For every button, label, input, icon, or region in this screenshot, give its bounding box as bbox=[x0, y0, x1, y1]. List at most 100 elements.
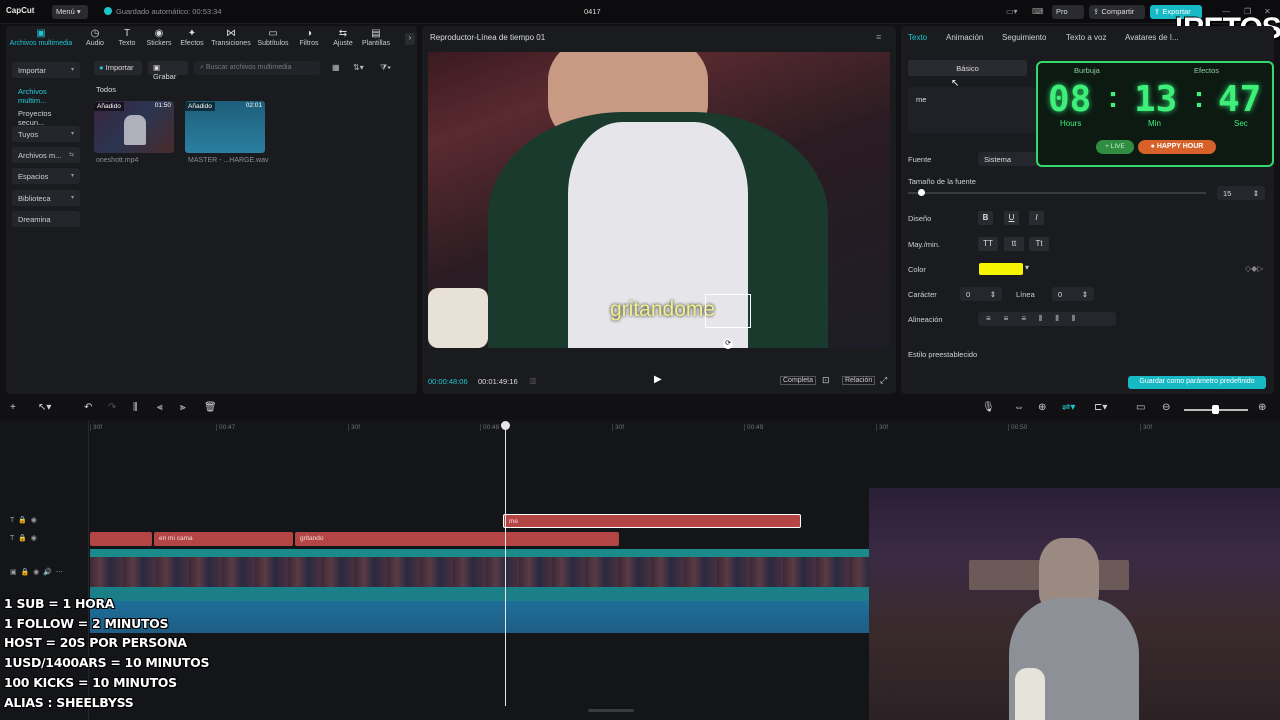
tab-text[interactable]: Texto bbox=[908, 33, 927, 42]
zoom-out-icon[interactable]: ⊖ bbox=[1162, 402, 1170, 413]
delete-icon[interactable]: 🗑 bbox=[204, 402, 217, 413]
font-label: Fuente bbox=[908, 155, 932, 164]
tool-media[interactable]: ▣ Archivos multimedia bbox=[8, 28, 74, 47]
snap-icon[interactable]: ⇌▾ bbox=[1062, 402, 1075, 413]
tool-subtitles[interactable]: ▭ Subtítulos bbox=[255, 28, 291, 47]
underline-icon[interactable]: U bbox=[1004, 211, 1019, 225]
font-size-slider-track[interactable] bbox=[908, 192, 1206, 194]
tool-effects[interactable]: ✦ Efectos bbox=[176, 28, 208, 47]
sidebar-item-yours[interactable]: Tuyos ▾ bbox=[12, 126, 80, 142]
menu-button[interactable]: Menú ▾ bbox=[52, 5, 88, 19]
lowercase-button[interactable]: tt bbox=[1004, 237, 1024, 251]
zoom-slider-handle[interactable] bbox=[1212, 405, 1219, 414]
line-spacing-input[interactable]: 0 ⇕ bbox=[1052, 287, 1094, 301]
video-audio-waveform[interactable] bbox=[90, 587, 869, 601]
fullscreen-icon[interactable]: ⤢ bbox=[880, 375, 887, 386]
sidebar-item-spaces[interactable]: Espacios ▾ bbox=[12, 168, 80, 184]
add-track-icon[interactable]: + bbox=[10, 402, 16, 413]
playhead-handle[interactable] bbox=[501, 421, 510, 430]
text-track-controls[interactable]: T 🔒 ◉ bbox=[10, 516, 37, 524]
aspect-ratio-button[interactable]: Relación bbox=[842, 376, 876, 385]
sidebar-item-secondary-projects[interactable]: Proyectos secun... bbox=[12, 105, 80, 127]
split-icon[interactable]: ⫼ bbox=[133, 402, 138, 413]
subtab-basic[interactable]: Básico bbox=[908, 60, 1027, 76]
text-color-swatch[interactable] bbox=[979, 263, 1023, 275]
video-clip-filmstrip[interactable] bbox=[90, 557, 869, 587]
zoom-in-icon[interactable]: ⊕ bbox=[1258, 402, 1266, 413]
chevron-down-icon[interactable]: ▾ bbox=[1025, 263, 1029, 272]
tool-stickers[interactable]: ◉ Stickers bbox=[143, 28, 175, 47]
video-clip-header[interactable] bbox=[90, 549, 869, 557]
ruler-tick-label: 30f bbox=[1140, 424, 1152, 431]
magnet-icon[interactable]: ⊕ bbox=[1038, 402, 1046, 413]
alignment-group[interactable]: ≡≡≡⫴⫴⫴ bbox=[978, 312, 1116, 326]
character-spacing-input[interactable]: 0 ⇕ bbox=[960, 287, 1002, 301]
play-icon[interactable]: ▶ bbox=[654, 374, 662, 385]
record-button[interactable]: ▣ Grabar bbox=[148, 61, 188, 81]
sidebar-item-import[interactable]: Importar ▾ bbox=[12, 62, 80, 78]
menu-icon[interactable]: ≡ bbox=[876, 32, 881, 42]
text-clip[interactable]: en mi cama bbox=[154, 532, 293, 546]
caption-icon[interactable]: ▭ bbox=[1136, 402, 1145, 413]
share-button[interactable]: ⇪ Compartir bbox=[1089, 5, 1145, 19]
current-timecode: 00:00:48:06 bbox=[428, 377, 468, 386]
sidebar-item-media-files[interactable]: Archivos multim... bbox=[12, 83, 80, 105]
preview-axis-icon[interactable]: ⊏▾ bbox=[1094, 402, 1107, 413]
italic-icon[interactable]: I bbox=[1029, 211, 1044, 225]
text-clip[interactable]: gritando bbox=[295, 532, 619, 546]
sidebar-item-library[interactable]: Biblioteca ▾ bbox=[12, 190, 80, 206]
sidebar-item-media-files-2[interactable]: Archivos m... ⇆ bbox=[12, 147, 80, 163]
timeline-scrollbar[interactable] bbox=[588, 709, 634, 712]
font-size-slider-handle[interactable] bbox=[918, 189, 925, 196]
tab-animation[interactable]: Animación bbox=[946, 33, 983, 42]
audio-clip[interactable] bbox=[90, 601, 869, 633]
sort-icon[interactable]: ⇅▾ bbox=[353, 63, 364, 72]
tool-label: Archivos multimedia bbox=[9, 40, 73, 47]
link-icon[interactable]: ⇔ bbox=[1014, 402, 1024, 413]
playhead[interactable] bbox=[505, 424, 506, 706]
caption-text[interactable]: gritandome bbox=[610, 298, 715, 322]
pro-button[interactable]: Pro bbox=[1052, 5, 1084, 19]
layout-icon[interactable]: ▭▾ bbox=[1006, 7, 1018, 16]
tool-filters[interactable]: ◑ Filtros bbox=[294, 28, 324, 47]
tool-audio[interactable]: ◷ Audio bbox=[78, 28, 112, 47]
caption-selection-box[interactable] bbox=[705, 294, 751, 328]
timeline-ruler-icon[interactable]: ▥ bbox=[529, 376, 537, 385]
text-content-field[interactable]: me bbox=[908, 87, 1038, 133]
rotate-handle-icon[interactable]: ⟳ bbox=[723, 339, 733, 349]
media-thumb-video[interactable]: Añadido 01:50 bbox=[94, 101, 174, 153]
search-input[interactable]: ⌕ Buscar archivos multimedia bbox=[194, 61, 320, 75]
microphone-icon[interactable]: 🎙 bbox=[982, 402, 995, 413]
grid-view-icon[interactable]: ▦ bbox=[332, 63, 340, 72]
sidebar-item-dreamina[interactable]: Dreamina bbox=[12, 211, 80, 227]
tool-text[interactable]: T Texto bbox=[112, 28, 142, 47]
tab-tracking[interactable]: Seguimiento bbox=[1002, 33, 1046, 42]
font-size-input[interactable]: 15 ⇕ bbox=[1217, 186, 1265, 200]
redo-icon[interactable]: ↷ bbox=[108, 402, 116, 413]
zoom-fit-icon[interactable]: ⊡ bbox=[822, 375, 830, 386]
select-tool-icon[interactable]: ↖▾ bbox=[38, 402, 51, 413]
text-track-controls[interactable]: T 🔒 ◉ bbox=[10, 534, 37, 542]
tool-transitions[interactable]: ⋈ Transiciones bbox=[210, 28, 252, 47]
video-track-controls[interactable]: ▣ 🔒 ◉ 🔊 ⋯ bbox=[10, 568, 63, 576]
text-clip[interactable] bbox=[90, 532, 152, 546]
filter-icon[interactable]: ⧩▾ bbox=[380, 63, 391, 73]
trim-left-icon[interactable]: ⫷ bbox=[157, 402, 163, 413]
titlecase-button[interactable]: Tt bbox=[1029, 237, 1049, 251]
keyframe-icon[interactable]: ◇◆▷ bbox=[1245, 264, 1263, 273]
keyboard-icon[interactable]: ⌨ bbox=[1032, 7, 1044, 16]
trim-right-icon[interactable]: ⫸ bbox=[180, 402, 186, 413]
chevron-right-icon[interactable]: › bbox=[405, 33, 415, 45]
import-button[interactable]: ● Importar bbox=[94, 61, 142, 75]
tab-text-to-speech[interactable]: Texto a voz bbox=[1066, 33, 1106, 42]
tool-templates[interactable]: ▤ Plantillas bbox=[358, 28, 394, 47]
tool-adjust[interactable]: ⇆ Ajuste bbox=[328, 28, 358, 47]
undo-icon[interactable]: ↶ bbox=[84, 402, 92, 413]
save-preset-button[interactable]: Guardar como parámetro predefinido bbox=[1128, 376, 1266, 389]
text-clip-selected[interactable]: me bbox=[503, 514, 801, 528]
bold-icon[interactable]: B bbox=[978, 211, 993, 225]
full-quality-button[interactable]: Completa bbox=[780, 376, 816, 385]
media-thumb-audio[interactable]: Añadido 02:01 bbox=[185, 101, 265, 153]
uppercase-button[interactable]: TT bbox=[978, 237, 998, 251]
tab-avatars[interactable]: Avatares de I... bbox=[1125, 33, 1179, 42]
